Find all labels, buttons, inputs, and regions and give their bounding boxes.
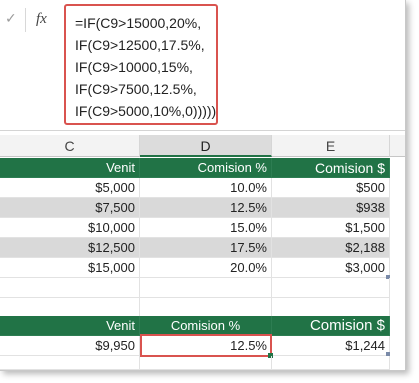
table-cell[interactable]: 15.0%	[140, 218, 272, 238]
table-cell[interactable]: $2,188	[272, 238, 390, 258]
table-header-cell[interactable]: Comision $	[272, 158, 390, 178]
formula-line: IF(C9>5000,10%,0)))))	[75, 103, 217, 119]
formula-line: IF(C9>12500,17.5%,	[75, 37, 205, 53]
table-cell[interactable]: $9,950	[0, 336, 140, 356]
table-header-cell[interactable]: Venit	[0, 316, 140, 336]
table-cell[interactable]: 10.0%	[140, 178, 272, 198]
empty-cell[interactable]	[272, 356, 390, 370]
table-cell[interactable]: 12.5%	[140, 198, 272, 218]
table-cell[interactable]: $1,244	[272, 336, 390, 356]
table-header-cell[interactable]: Comision %	[140, 158, 272, 178]
column-header-c[interactable]: C	[0, 135, 140, 157]
table-cell[interactable]: $1,500	[272, 218, 390, 238]
formula-line: IF(C9>7500,12.5%,	[75, 81, 197, 97]
empty-cell[interactable]	[140, 278, 272, 298]
table-cell[interactable]: $10,000	[0, 218, 140, 238]
spreadsheet-window: ✓ fx =IF(C9>15000,20%, IF(C9>12500,17.5%…	[0, 0, 406, 371]
check-icon[interactable]: ✓	[5, 12, 19, 26]
formula-input[interactable]: =IF(C9>15000,20%, IF(C9>12500,17.5%, IF(…	[64, 4, 218, 125]
empty-cell[interactable]	[0, 356, 140, 370]
insert-function-icon[interactable]: fx	[36, 11, 47, 27]
empty-cell[interactable]	[272, 278, 390, 298]
empty-cell[interactable]	[272, 298, 390, 318]
formula-line: IF(C9>10000,15%,	[75, 59, 193, 75]
formula-bar: ✓ fx =IF(C9>15000,20%, IF(C9>12500,17.5%…	[0, 0, 405, 132]
table-cell[interactable]: $938	[272, 198, 390, 218]
table-cell[interactable]: $3,000	[272, 258, 390, 278]
formula-bar-controls: ✓ fx	[0, 0, 64, 40]
empty-cell[interactable]	[0, 278, 140, 298]
column-header-next[interactable]	[390, 135, 405, 157]
cell-highlight	[140, 334, 272, 357]
formula-bar-divider	[25, 8, 26, 32]
empty-cell[interactable]	[0, 298, 140, 318]
table-header-cell[interactable]: Comision $	[272, 316, 390, 336]
table-cell[interactable]: $5,000	[0, 178, 140, 198]
table-header-cell[interactable]: Comision %	[140, 316, 272, 336]
table-header-cell[interactable]: Venit	[0, 158, 140, 178]
column-header-e[interactable]: E	[272, 135, 390, 157]
table-cell[interactable]: $7,500	[0, 198, 140, 218]
column-header-d[interactable]: D	[140, 135, 272, 157]
table-cell[interactable]: $15,000	[0, 258, 140, 278]
sheet-grid: C D E Venit Comision % Comision $ $5,000…	[0, 132, 405, 370]
table-cell[interactable]: $12,500	[0, 238, 140, 258]
empty-cell[interactable]	[140, 356, 272, 370]
table-cell[interactable]: 20.0%	[140, 258, 272, 278]
formula-line: =IF(C9>15000,20%,	[75, 15, 202, 31]
table-cell[interactable]: $500	[272, 178, 390, 198]
table-cell[interactable]: 17.5%	[140, 238, 272, 258]
empty-cell[interactable]	[140, 298, 272, 318]
